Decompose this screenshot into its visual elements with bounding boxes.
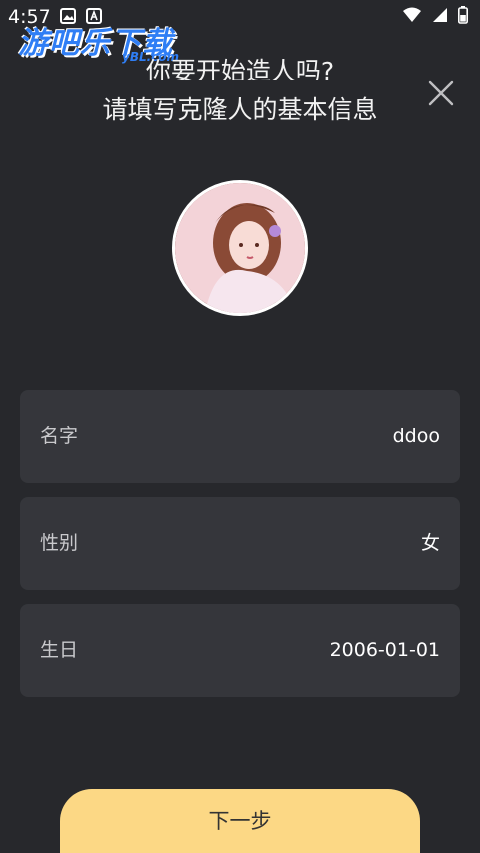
birthday-field[interactable]: 生日 2006-01-01 (20, 604, 460, 697)
birthday-field-label: 生日 (40, 639, 79, 661)
gender-field-value: 女 (420, 532, 440, 554)
avatar-image (175, 183, 305, 313)
gender-field[interactable]: 性别 女 (20, 497, 460, 590)
name-field-value: ddoo (392, 425, 440, 447)
name-field-label: 名字 (40, 425, 79, 447)
status-icons-right (402, 6, 468, 28)
signal-icon (432, 7, 448, 27)
next-step-button[interactable]: 下一步 (60, 789, 420, 853)
page-subtitle-question: 你要开始造人吗? (145, 57, 335, 80)
battery-icon (458, 6, 468, 28)
avatar[interactable] (172, 180, 308, 316)
close-button[interactable] (428, 80, 454, 106)
close-icon (428, 80, 454, 106)
gender-field-label: 性别 (40, 532, 79, 554)
wifi-icon (402, 7, 422, 27)
name-field[interactable]: 名字 ddoo (20, 390, 460, 483)
page-title: 请填写克隆人的基本信息 (102, 95, 378, 124)
birthday-field-value: 2006-01-01 (329, 639, 440, 661)
